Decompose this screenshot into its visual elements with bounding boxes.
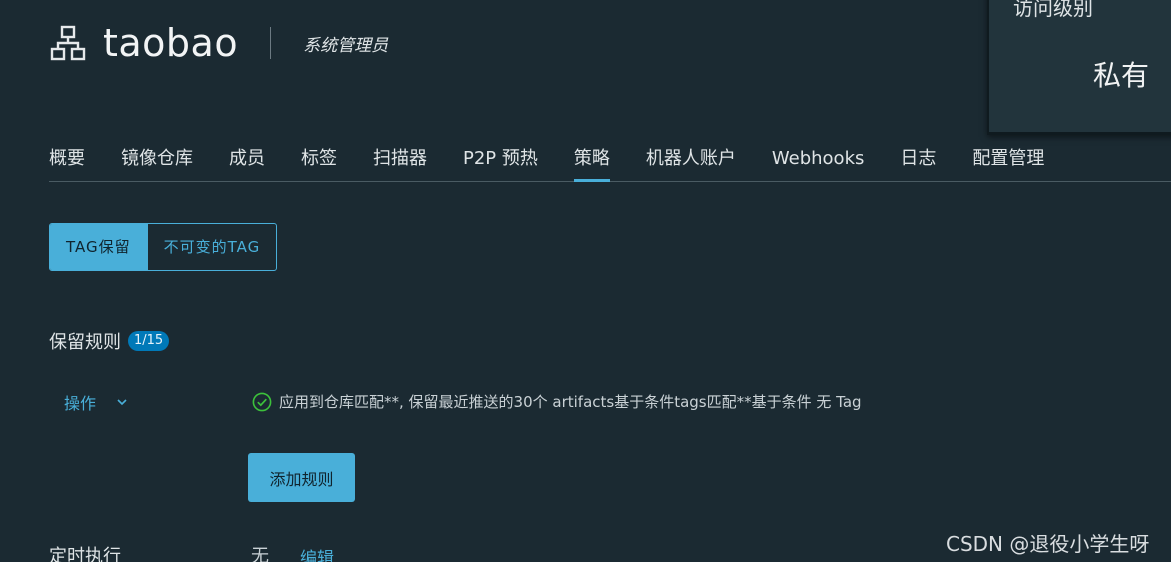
rule-action-dropdown[interactable]: 操作 <box>64 390 128 414</box>
project-header: taobao 系统管理员 <box>49 20 388 66</box>
chevron-down-icon <box>117 399 127 406</box>
check-circle-icon <box>252 392 272 411</box>
schedule-value: 无 <box>251 546 269 562</box>
rule-action-label: 操作 <box>64 394 97 413</box>
project-role: 系统管理员 <box>303 35 389 56</box>
add-rule-button[interactable]: 添加规则 <box>248 453 355 502</box>
project-tabs: 概要 镜像仓库 成员 标签 扫描器 P2P 预热 策略 机器人账户 Webhoo… <box>49 140 1171 182</box>
tab-policy[interactable]: 策略 <box>573 140 610 182</box>
rule-count-badge: 1/15 <box>128 331 170 351</box>
retention-rules-title: 保留规则 1/15 <box>49 328 170 354</box>
tab-summary[interactable]: 概要 <box>49 140 85 181</box>
retention-rules-label: 保留规则 <box>49 332 121 353</box>
access-level-label: 访问级别 <box>1013 0 1093 20</box>
tab-configuration[interactable]: 配置管理 <box>972 140 1044 181</box>
access-level-panel: 访问级别 私有 <box>987 0 1171 135</box>
tab-scanner[interactable]: 扫描器 <box>373 140 427 181</box>
subtab-immutable-tag[interactable]: 不可变的TAG <box>146 224 277 270</box>
tab-repositories[interactable]: 镜像仓库 <box>121 140 193 181</box>
access-level-value: 私有 <box>1093 59 1150 92</box>
page: taobao 系统管理员 访问级别 私有 概要 镜像仓库 成员 标签 扫描器 P… <box>0 0 1171 562</box>
project-name: taobao <box>103 21 239 65</box>
schedule-label: 定时执行 <box>49 546 121 562</box>
tab-webhooks[interactable]: Webhooks <box>772 140 864 181</box>
policy-subtabs: TAG保留 不可变的TAG <box>49 223 278 271</box>
retention-rule-text: 应用到仓库匹配**, 保留最近推送的30个 artifacts基于条件tags匹… <box>279 393 862 411</box>
tab-logs[interactable]: 日志 <box>900 140 936 181</box>
tab-members[interactable]: 成员 <box>229 140 265 181</box>
retention-rule: 应用到仓库匹配**, 保留最近推送的30个 artifacts基于条件tags匹… <box>252 391 862 412</box>
tab-p2p-preheat[interactable]: P2P 预热 <box>463 140 538 181</box>
watermark: CSDN @退役小学生呀 <box>946 532 1150 556</box>
subtab-tag-retention[interactable]: TAG保留 <box>50 224 147 270</box>
tab-labels[interactable]: 标签 <box>301 140 337 181</box>
tab-robot-accounts[interactable]: 机器人账户 <box>646 140 736 181</box>
header-divider <box>270 27 272 59</box>
schedule-edit-link[interactable]: 编辑 <box>300 544 334 562</box>
project-network-icon <box>50 25 86 61</box>
